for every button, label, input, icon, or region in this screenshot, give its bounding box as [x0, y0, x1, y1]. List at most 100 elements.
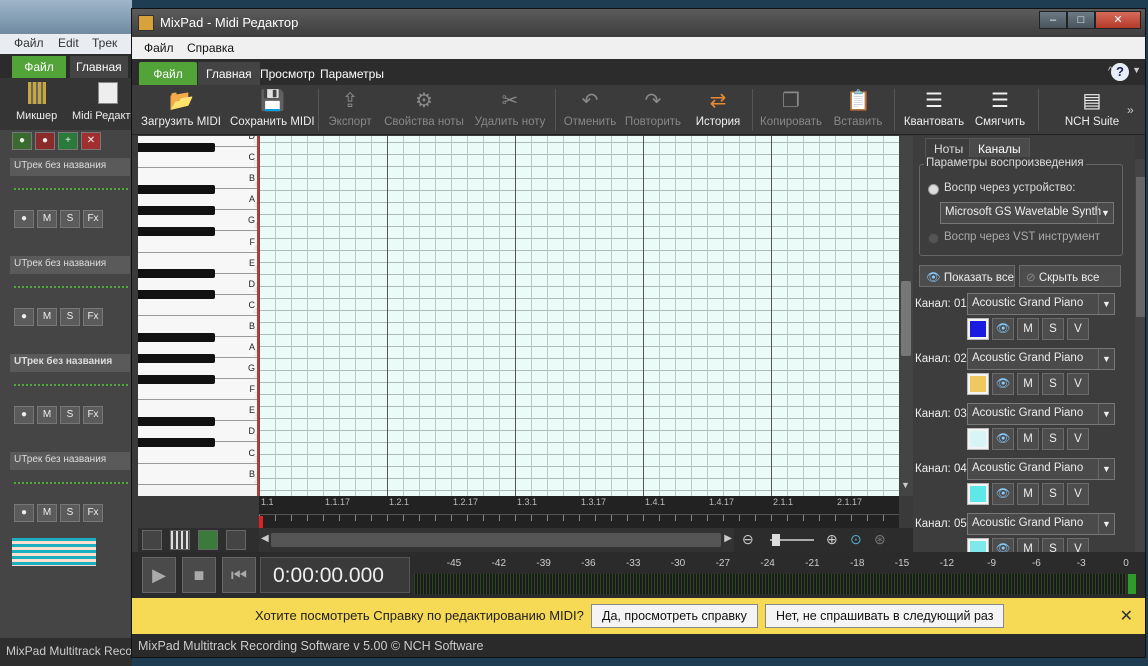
mute-button[interactable]: M — [1017, 483, 1039, 505]
close-icon[interactable]: ✕ — [1120, 606, 1133, 626]
device-select[interactable]: Microsoft GS Wavetable Synth ▼ — [940, 202, 1114, 224]
add-track-icon[interactable]: ● — [12, 132, 32, 150]
solo-button[interactable]: S — [60, 504, 80, 522]
channel-color-swatch[interactable] — [967, 373, 989, 395]
skip-to-start-icon[interactable]: ⏮ — [222, 557, 256, 593]
hscroll-thumb[interactable] — [271, 533, 721, 547]
menu-help[interactable]: Справка — [187, 41, 234, 55]
visible-button[interactable]: V — [1067, 428, 1089, 450]
record-icon[interactable]: ● — [14, 308, 34, 326]
piano-black-key[interactable] — [138, 227, 215, 236]
bg-track-header[interactable]: UТрек без названия — [10, 354, 130, 372]
bg-tab-main[interactable]: Главная — [70, 56, 128, 78]
solo-button[interactable]: S — [60, 210, 80, 228]
undo-button[interactable]: ↶ Отменить — [562, 89, 618, 133]
quantize-button[interactable]: ☰ Квантовать — [900, 89, 968, 133]
channel-color-swatch[interactable] — [967, 428, 989, 450]
play-icon[interactable]: ▶ — [142, 557, 176, 593]
load-midi-button[interactable]: 📂 Загрузить MIDI — [140, 89, 222, 133]
nch-suite-button[interactable]: ▤ NCH Suite — [1062, 89, 1122, 133]
channel-color-swatch[interactable] — [967, 318, 989, 340]
remove-icon[interactable]: ✕ — [81, 132, 101, 150]
tab-notes[interactable]: Ноты — [925, 138, 973, 158]
piano-black-key[interactable] — [138, 269, 215, 279]
instrument-select[interactable]: Acoustic Grand Piano ▼ — [967, 458, 1115, 480]
piano-black-key[interactable] — [138, 374, 215, 384]
view-help-button[interactable]: Да, просмотреть справку — [591, 604, 758, 628]
channel-color-swatch[interactable] — [967, 483, 989, 505]
plus-icon[interactable]: + — [58, 132, 78, 150]
tab-main[interactable]: Главная — [198, 62, 260, 85]
zoom-fit-icon[interactable]: ⊙ — [850, 531, 862, 548]
piano-black-key[interactable] — [138, 184, 215, 194]
stop-icon[interactable]: ■ — [182, 557, 216, 593]
soften-button[interactable]: ☰ Смягчить — [972, 89, 1028, 133]
piano-key-b2[interactable]: B2 — [138, 463, 257, 485]
piano-black-key[interactable] — [138, 142, 215, 152]
playhead[interactable] — [259, 516, 263, 528]
solo-button[interactable]: S — [1042, 373, 1064, 395]
mute-button[interactable]: M — [1017, 428, 1039, 450]
solo-button[interactable]: S — [1042, 318, 1064, 340]
history-button[interactable]: ⇄ История — [690, 89, 746, 133]
solo-button[interactable]: S — [60, 406, 80, 424]
mute-button[interactable]: M — [37, 504, 57, 522]
fx-button[interactable]: Fx — [83, 308, 103, 326]
piano-black-key[interactable] — [138, 290, 215, 300]
solo-button[interactable]: S — [1042, 538, 1064, 552]
tab-file[interactable]: Файл — [139, 62, 197, 85]
note-grid[interactable] — [259, 136, 899, 496]
tab-parameters[interactable]: Параметры — [312, 62, 392, 85]
eye-icon[interactable]: 👁 — [992, 538, 1014, 552]
piano-black-key[interactable] — [138, 416, 215, 426]
export-button[interactable]: ⇪ Экспорт — [322, 89, 378, 133]
instrument-select[interactable]: Acoustic Grand Piano ▼ — [967, 513, 1115, 535]
piano-black-key[interactable] — [138, 332, 215, 342]
bg-menu-edit[interactable]: Edit — [58, 36, 79, 50]
mute-button[interactable]: M — [1017, 318, 1039, 340]
piano-keyboard[interactable]: D5C5B4A4G4F4E4D4C4B3A3G3F3E3D3C3B2 — [138, 136, 259, 496]
bg-track-header[interactable]: UТрек без названия — [10, 256, 130, 274]
eye-icon[interactable]: 👁 — [992, 428, 1014, 450]
record-icon[interactable]: ● — [14, 406, 34, 424]
bg-menu-file[interactable]: Файл — [14, 36, 44, 50]
scroll-down-icon[interactable]: ▼ — [901, 480, 910, 490]
solo-button[interactable]: S — [1042, 483, 1064, 505]
visible-button[interactable]: V — [1067, 483, 1089, 505]
velocity-view-icon[interactable] — [226, 530, 246, 550]
piano-view-icon[interactable] — [170, 530, 190, 550]
bg-mixer-button[interactable]: Микшер — [16, 110, 57, 122]
radio-vst[interactable] — [928, 233, 939, 244]
channel-color-swatch[interactable] — [967, 538, 989, 552]
zoom-reset-icon[interactable]: ⊛ — [874, 531, 886, 548]
solo-button[interactable]: S — [1042, 428, 1064, 450]
redo-button[interactable]: ↷ Повторить — [624, 89, 682, 133]
mute-button[interactable]: M — [37, 406, 57, 424]
mute-button[interactable]: M — [37, 308, 57, 326]
bg-tab-file[interactable]: Файл — [12, 56, 66, 78]
dont-ask-button[interactable]: Нет, не спрашивать в следующий раз — [765, 604, 1005, 628]
instrument-select[interactable]: Acoustic Grand Piano ▼ — [967, 403, 1115, 425]
mute-button[interactable]: M — [1017, 538, 1039, 552]
mute-button[interactable]: M — [37, 210, 57, 228]
scroll-right-icon[interactable]: ▶ — [724, 533, 732, 544]
show-all-button[interactable]: 👁 Показать все — [919, 265, 1015, 287]
fx-button[interactable]: Fx — [83, 504, 103, 522]
instrument-select[interactable]: Acoustic Grand Piano ▼ — [967, 348, 1115, 370]
bg-menu-track[interactable]: Трек — [92, 36, 117, 50]
more-icon[interactable]: » — [1127, 103, 1134, 117]
instrument-select[interactable]: Acoustic Grand Piano ▼ — [967, 293, 1115, 315]
visible-button[interactable]: V — [1067, 538, 1089, 552]
bg-track-header[interactable]: UТрек без названия — [10, 452, 130, 470]
chevron-down-icon[interactable]: ▼ — [1132, 65, 1141, 75]
paste-button[interactable]: 📋 Вставить — [830, 89, 886, 133]
scroll-thumb[interactable] — [901, 281, 911, 356]
horizontal-scrollbar[interactable]: ◀ ▶ — [259, 528, 734, 552]
record-track-icon[interactable]: ● — [35, 132, 55, 150]
close-icon[interactable]: ✕ — [1095, 11, 1141, 29]
eye-icon[interactable]: 👁 — [992, 373, 1014, 395]
fx-button[interactable]: Fx — [83, 210, 103, 228]
tab-channels[interactable]: Каналы — [969, 138, 1030, 158]
help-icon[interactable]: ? — [1111, 63, 1129, 81]
zoom-slider-thumb[interactable] — [772, 534, 780, 546]
